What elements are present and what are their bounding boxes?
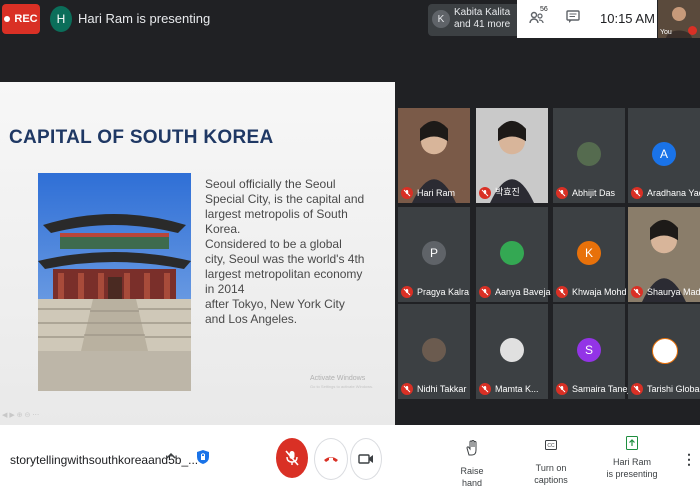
mic-off-icon <box>285 450 299 466</box>
hang-up-icon <box>324 457 338 462</box>
presenter-avatar: H <box>50 6 72 32</box>
mic-off-icon <box>479 187 491 199</box>
activation-watermark-subtitle: Go to Settings to activate Windows. <box>310 384 374 389</box>
raise-hand-button[interactable]: Raise hand <box>452 440 492 489</box>
captions-button[interactable]: CC Turn on captions <box>520 440 582 486</box>
more-options-icon[interactable]: ⋮ <box>682 451 696 468</box>
participant-name: 박효진 <box>495 187 520 197</box>
presenting-line2: is presenting <box>606 469 658 479</box>
participant-tile[interactable]: Mamta K... <box>476 304 548 399</box>
participant-avatar: S <box>577 338 601 362</box>
other-participants-count: and 41 more <box>454 19 511 30</box>
participant-name: Khwaja Mohd ... <box>572 287 637 297</box>
participant-tile[interactable]: 박효진 <box>476 108 548 203</box>
mic-off-icon <box>479 286 491 298</box>
participant-name: Aanya Baveja <box>495 287 551 297</box>
slide-paragraph: Seoul officially the Seoul Special City,… <box>205 177 365 236</box>
participant-tile[interactable]: Nidhi Takkar <box>398 304 470 399</box>
participant-avatar: A <box>652 142 676 166</box>
slide-paragraph: after Tokyo, New York City and Los Angel… <box>205 297 345 326</box>
clock: 10:15 AM <box>600 11 655 26</box>
raise-hand-label: Raise hand <box>460 466 484 488</box>
participant-name: Samaira Taneja <box>572 384 635 394</box>
participant-tile[interactable]: P Pragya Kalra <box>398 207 470 302</box>
palace-photo <box>38 173 191 391</box>
participant-avatar <box>577 142 601 166</box>
camera-icon <box>358 454 373 464</box>
camera-toggle-button[interactable] <box>350 438 382 480</box>
record-dot-icon <box>4 16 11 22</box>
participant-tile[interactable]: A Aradhana Yad... <box>628 108 700 203</box>
present-now-button[interactable]: Hari Ram is presenting <box>604 436 660 480</box>
participant-avatar: K <box>432 10 450 28</box>
microphone-toggle-button[interactable] <box>276 438 308 478</box>
people-count: 56 <box>540 6 548 13</box>
self-view-tile[interactable]: You <box>658 0 700 38</box>
participant-name: Hari Ram <box>417 188 456 198</box>
recording-label: REC <box>14 13 38 25</box>
presenting-line1: Hari Ram <box>612 457 651 467</box>
mic-off-icon <box>688 26 697 35</box>
top-right-panel: 56 10:15 AM <box>517 0 657 38</box>
mic-off-icon <box>556 187 568 199</box>
mic-off-icon <box>631 383 643 395</box>
slide-paragraph: Considered to be a global city, Seoul wa… <box>205 237 365 296</box>
other-participants-name: Kabita Kalita <box>454 7 511 18</box>
slide-title: CAPITAL OF SOUTH KOREA <box>9 127 274 148</box>
participant-name: Shaurya Mad... <box>647 287 700 297</box>
mic-off-icon <box>401 383 413 395</box>
participant-name: Tarishi Global <box>647 384 700 394</box>
mic-off-icon <box>556 383 568 395</box>
leave-call-button[interactable] <box>314 438 348 480</box>
mic-off-icon <box>479 383 491 395</box>
participant-tile[interactable]: Tarishi Global <box>628 304 700 399</box>
participant-tile[interactable]: S Samaira Taneja <box>553 304 634 399</box>
participant-tile[interactable]: Hari Ram <box>398 108 470 203</box>
chevron-up-icon[interactable] <box>166 451 176 461</box>
participant-name: Nidhi Takkar <box>417 384 467 394</box>
participant-avatar <box>500 338 524 362</box>
participant-avatar: K <box>577 241 601 265</box>
mic-off-icon <box>556 286 568 298</box>
mic-off-icon <box>401 187 413 199</box>
presenter-status: Hari Ram is presenting <box>78 11 211 26</box>
mic-off-icon <box>631 286 643 298</box>
svg-text:CC: CC <box>547 443 555 449</box>
mic-off-icon <box>631 187 643 199</box>
participant-tile[interactable]: Shaurya Mad... <box>628 207 700 302</box>
other-participants-chip[interactable]: K Kabita Kalita and 41 more <box>428 4 522 36</box>
participant-name: Abhijit Das <box>572 188 616 198</box>
recording-badge[interactable]: REC <box>2 4 40 34</box>
participant-tile[interactable]: K Khwaja Mohd ... <box>553 207 637 302</box>
participant-name: Mamta K... <box>495 384 539 394</box>
other-participants-text: Kabita Kalita and 41 more <box>454 7 510 31</box>
slide-body: Seoul officially the Seoul Special City,… <box>205 177 365 327</box>
present-icon <box>626 436 638 450</box>
self-label: You <box>660 29 672 36</box>
chat-icon[interactable] <box>566 10 580 24</box>
captions-icon: CC <box>545 440 557 450</box>
participant-tile[interactable]: Abhijit Das <box>553 108 625 203</box>
mic-off-icon <box>401 286 413 298</box>
participant-name: Pragya Kalra <box>417 287 470 297</box>
participant-avatar: P <box>422 241 446 265</box>
activation-watermark: Activate Windows <box>310 375 366 382</box>
participant-avatar <box>422 338 446 362</box>
participant-avatar <box>500 241 524 265</box>
participant-tile[interactable]: Aanya Baveja <box>476 207 551 302</box>
hand-icon <box>466 440 477 456</box>
captions-label: Turn on captions <box>534 463 568 485</box>
participant-avatar <box>652 338 678 364</box>
participant-name: Aradhana Yad... <box>647 188 700 198</box>
shield-icon[interactable] <box>196 449 210 465</box>
slide-controls[interactable]: ◀ ▶ ⊕ ⊝ ⋯ <box>2 411 39 419</box>
